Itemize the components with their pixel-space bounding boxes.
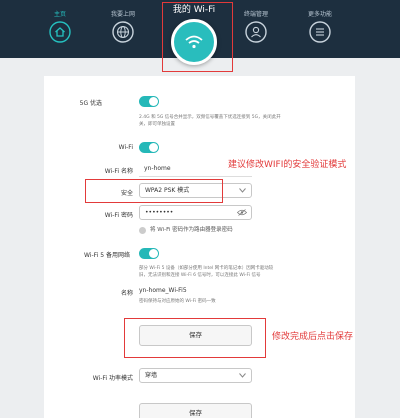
nav-internet-label: 我要上网 [110, 11, 135, 18]
power-mode-value: 穿墙 [145, 372, 158, 379]
globe-icon [112, 21, 134, 43]
wifi5-name-value: yn-home_Wi-Fi5 [139, 287, 187, 294]
wifi-password-label: Wi-Fi 密码 [104, 212, 133, 219]
admin-password-checkbox[interactable] [139, 227, 146, 234]
nav-terminal-label: 终端管理 [243, 11, 268, 18]
chevron-down-icon [239, 188, 246, 193]
annotation-save-note: 修改完成后点击保存 [272, 332, 354, 342]
wifi5-desc-1: 部分 Wi-Fi 5 设备（如部分使用 Intel 网卡的笔记本）因网卡驱动较 [139, 266, 274, 271]
nav-home[interactable]: 主页 [30, 10, 90, 43]
wifi5-desc-2: 旧，无法识别和连接 Wi-Fi 6 信号时，可以连接此 Wi-Fi 信号 [139, 273, 261, 278]
nav-more[interactable]: 更多功能 [290, 10, 350, 43]
band-5g-desc-2: 关，即可单独设置 [139, 122, 175, 127]
annotation-security-note: 建议修改WIFI的安全验证模式 [228, 160, 347, 170]
nav-home-label: 主页 [53, 11, 66, 18]
wifi5-name-note: 密码保持与对应原始的 Wi-Fi 密码一致 [139, 299, 216, 304]
wifi-password-input[interactable]: •••••••• [139, 205, 252, 220]
wifi-password-value: •••••••• [145, 209, 174, 216]
power-mode-label: Wi-Fi 功率模式 [92, 375, 133, 382]
nav-internet[interactable]: 我要上网 [93, 10, 153, 43]
nav-terminal[interactable]: 终端管理 [226, 10, 286, 43]
power-mode-select[interactable]: 穿墙 [139, 368, 252, 383]
menu-icon [309, 21, 331, 43]
band-5g-toggle[interactable] [139, 96, 159, 107]
wifi-toggle[interactable] [139, 142, 159, 153]
nav-more-label: 更多功能 [307, 11, 332, 18]
band-5g-desc-1: 2.4G 和 5G 信号合并显示，双频信号覆盖下优选连接到 5G，关闭此开 [139, 115, 281, 120]
wifi-settings-card: 5G 优选 2.4G 和 5G 信号合并显示，双频信号覆盖下优选连接到 5G，关… [44, 76, 355, 418]
wifi5-backup-toggle[interactable] [139, 248, 159, 259]
wifi5-name-label: 名称 [120, 290, 133, 297]
highlight-box-wifi-tab [162, 2, 233, 72]
wifi5-backup-label: Wi-Fi 5 备用网络 [84, 252, 130, 259]
chevron-down-icon [239, 373, 246, 378]
eye-hidden-icon[interactable] [237, 209, 247, 216]
highlight-box-save [124, 318, 266, 358]
save-button-2[interactable]: 保存 [139, 403, 252, 418]
wifi-name-label: Wi-Fi 名称 [104, 168, 133, 175]
band-5g-label: 5G 优选 [79, 100, 102, 107]
home-icon [49, 21, 71, 43]
user-icon [245, 21, 267, 43]
highlight-box-security [85, 179, 223, 203]
admin-password-checkbox-label: 将 Wi-Fi 密码作为路由器登录密码 [150, 227, 233, 233]
wifi-label: Wi-Fi [118, 144, 133, 151]
